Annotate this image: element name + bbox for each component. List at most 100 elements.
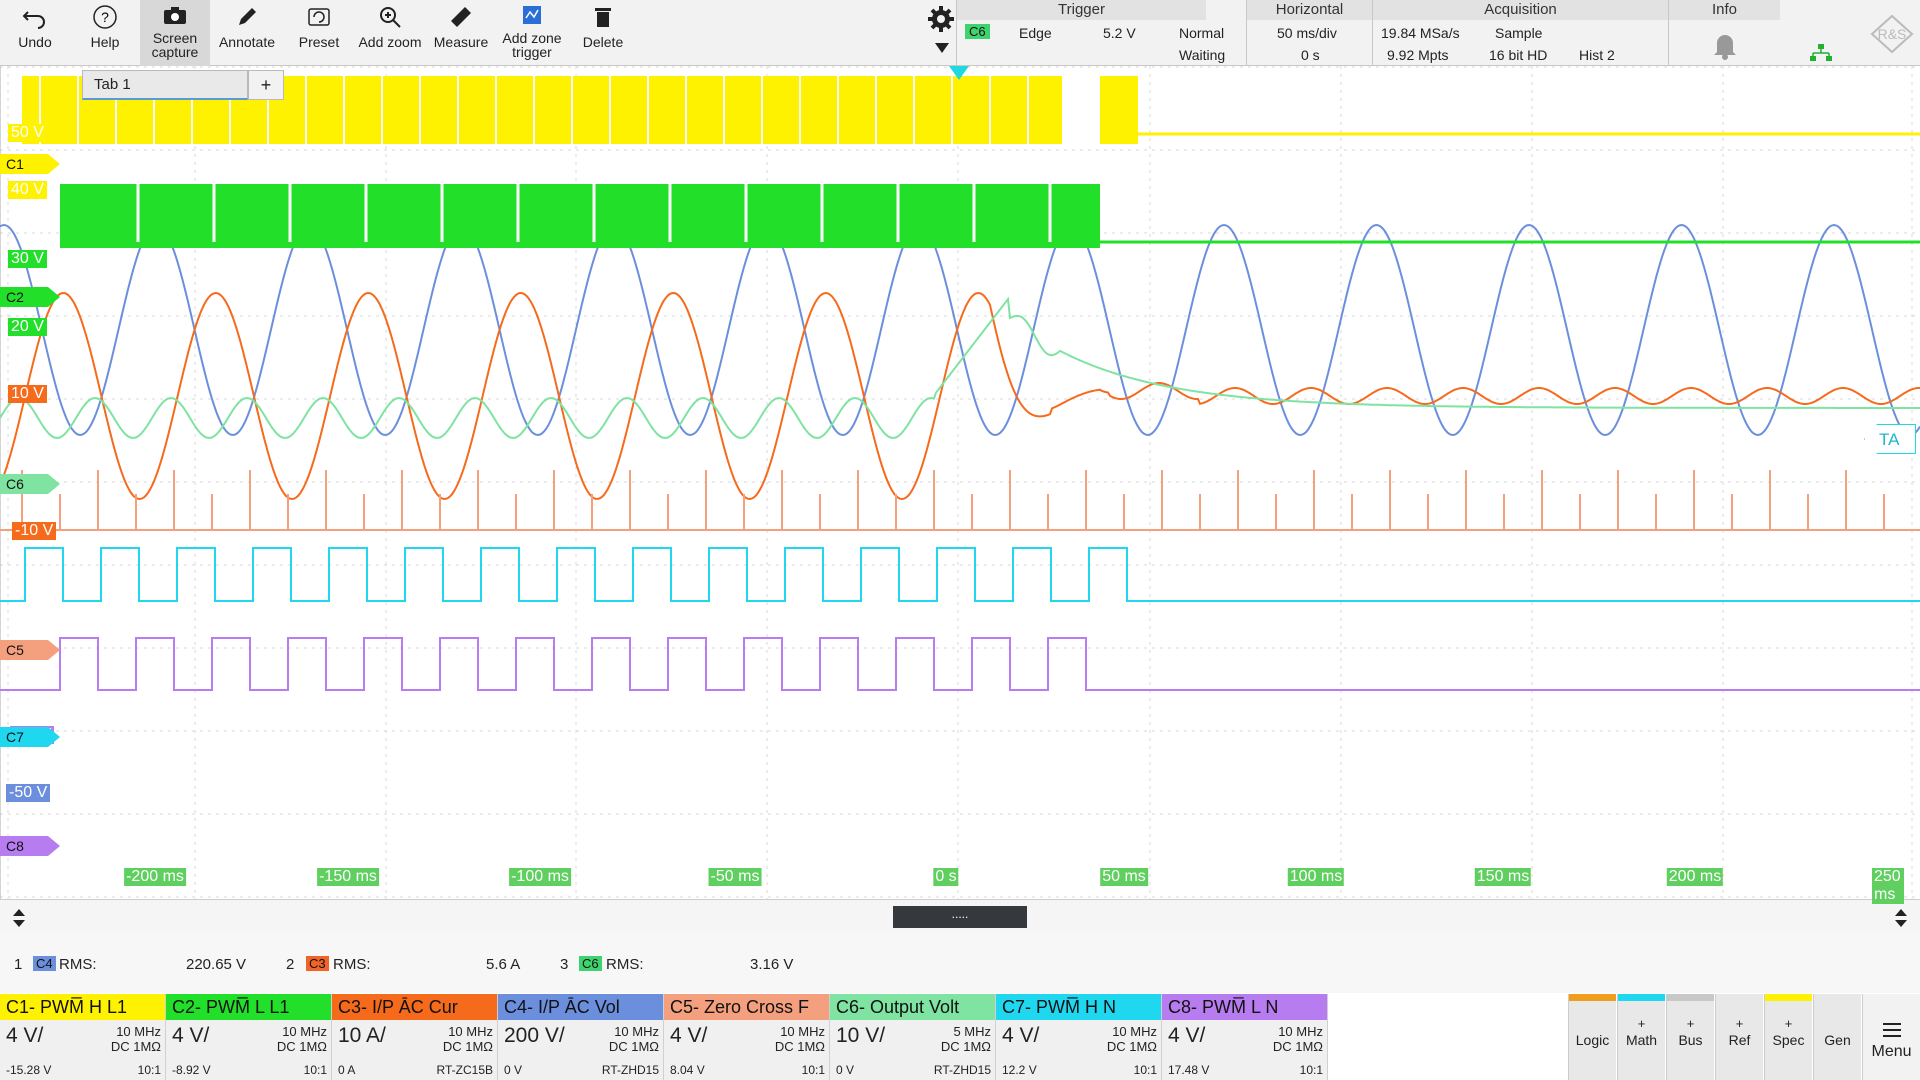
trigger-type: Edge bbox=[1019, 25, 1052, 41]
channel-box-c4[interactable]: C4- I/P ĀC Vol 200 V/10 MHz DC 1MΩ 0 V RT-ZH… bbox=[498, 994, 664, 1080]
annotate-button[interactable]: Annotate bbox=[212, 0, 282, 66]
trigger-panel[interactable]: Trigger C6 Edge 5.2 V Normal Waiting bbox=[956, 0, 1225, 66]
channel-offset: -8.92 V bbox=[172, 1063, 211, 1077]
acquisition-panel[interactable]: Acquisition 19.84 MSa/s 9.92 Mpts Sample… bbox=[1372, 0, 1668, 66]
undo-button[interactable]: Undo bbox=[0, 0, 70, 66]
channel-scale: 200 V/ bbox=[504, 1024, 565, 1047]
channel-scale: 10 A/ bbox=[338, 1024, 386, 1047]
panel-button-bus[interactable]: + Bus bbox=[1666, 994, 1714, 1080]
preset-label: Preset bbox=[298, 34, 340, 50]
channel-coupling: DC 1MΩ bbox=[1106, 1039, 1157, 1054]
waveform-c8 bbox=[0, 637, 1920, 691]
channel-tag-c2[interactable]: C2 bbox=[0, 287, 60, 307]
channel-bandwidth: 10 MHz DC 1MΩ bbox=[111, 1024, 161, 1054]
waveform-plot[interactable] bbox=[0, 66, 1920, 899]
meas-2-source: C3 bbox=[306, 956, 329, 971]
scroll-thumb[interactable]: ..... bbox=[893, 906, 1027, 928]
waveform-c4 bbox=[0, 223, 1920, 437]
channel-box-c5[interactable]: C5- Zero Cross F 4 V/10 MHz DC 1MΩ 8.04 V 10… bbox=[664, 994, 830, 1080]
hist-count: Hist 2 bbox=[1579, 47, 1615, 63]
meas-2-index: 2 bbox=[286, 956, 295, 973]
measure-button[interactable]: Measure bbox=[426, 0, 496, 66]
toolbar: Undo ? Help Screen capture Annotate Pres… bbox=[0, 0, 1920, 66]
button-color-stripe bbox=[1667, 994, 1714, 1001]
camera-icon bbox=[164, 7, 186, 24]
button-color-stripe bbox=[1765, 994, 1812, 1001]
panel-button-ref[interactable]: + Ref bbox=[1715, 994, 1763, 1080]
meas-2-value: 5.6 A bbox=[486, 956, 521, 973]
meas-3-index: 3 bbox=[560, 956, 569, 973]
gear-icon[interactable] bbox=[926, 4, 956, 34]
channel-coupling: DC 1MΩ bbox=[110, 1039, 161, 1054]
bell-icon bbox=[1714, 35, 1736, 60]
channel-tag-c7[interactable]: C7 bbox=[0, 727, 60, 747]
chevron-down-icon[interactable] bbox=[934, 42, 950, 54]
help-button[interactable]: ? Help bbox=[70, 0, 140, 66]
channel-box-c2[interactable]: C2- PWM̅ L L1 4 V/10 MHz DC 1MΩ -8.92 V 10:1 bbox=[166, 994, 332, 1080]
channel-bandwidth: 10 MHz DC 1MΩ bbox=[1107, 1024, 1157, 1054]
button-color-stripe bbox=[1618, 994, 1665, 1001]
voltage-label: 30 V bbox=[8, 250, 47, 268]
panel-button-logic[interactable]: Logic bbox=[1568, 994, 1616, 1080]
waveform-c3 bbox=[0, 291, 1920, 501]
time-label: 100 ms bbox=[1287, 868, 1345, 886]
tab-1[interactable]: Tab 1 bbox=[82, 70, 248, 100]
channel-name: C1- PWM̅ H L1 bbox=[0, 994, 165, 1020]
channel-tag-c1[interactable]: C1 bbox=[0, 154, 60, 174]
channel-bw-value: 10 MHz bbox=[1112, 1024, 1157, 1039]
channel-name: C6- Output Volt bbox=[830, 994, 995, 1020]
undo-label: Undo bbox=[18, 34, 52, 50]
time-label: 200 ms bbox=[1666, 868, 1724, 886]
annotate-label: Annotate bbox=[218, 34, 276, 50]
help-label: Help bbox=[90, 34, 120, 50]
measurement-bar[interactable]: 1 C4 RMS: 220.65 V 2 C3 RMS: 5.6 A 3 C6 … bbox=[0, 933, 1920, 993]
channel-offset: 0 V bbox=[504, 1063, 523, 1077]
svg-text:R&S: R&S bbox=[1878, 26, 1907, 42]
button-color-stripe bbox=[1569, 994, 1616, 1001]
channel-coupling: DC 1MΩ bbox=[442, 1039, 493, 1054]
add-zoom-button[interactable]: Add zoom bbox=[354, 0, 426, 66]
voltage-label: -50 V bbox=[6, 784, 51, 802]
voltage-label: 20 V bbox=[8, 318, 47, 336]
panel-button-gen[interactable]: Gen bbox=[1813, 994, 1861, 1080]
time-label: -150 ms bbox=[317, 868, 379, 886]
channel-box-c7[interactable]: C7- PWM̅ H N 4 V/10 MHz DC 1MΩ 12.2 V 10:1 bbox=[996, 994, 1162, 1080]
add-zone-trigger-button[interactable]: Add zone trigger bbox=[496, 0, 568, 66]
channel-bandwidth: 10 MHz DC 1MΩ bbox=[775, 1024, 825, 1054]
preset-button[interactable]: Preset bbox=[284, 0, 354, 66]
panel-button-math[interactable]: + Math bbox=[1617, 994, 1665, 1080]
expand-vertical-icon[interactable] bbox=[12, 908, 26, 928]
button-label: Spec bbox=[1772, 1032, 1805, 1048]
delete-button[interactable]: Delete bbox=[568, 0, 638, 66]
info-panel[interactable]: Info bbox=[1668, 0, 1780, 66]
channel-scale: 4 V/ bbox=[6, 1024, 44, 1047]
zone-trigger-icon bbox=[523, 6, 541, 24]
time-label: 150 ms bbox=[1474, 868, 1532, 886]
screen-capture-button[interactable]: Screen capture bbox=[140, 0, 210, 66]
channel-name: C8- PWM̅ L N bbox=[1162, 994, 1327, 1020]
channel-bandwidth: 10 MHz DC 1MΩ bbox=[443, 1024, 493, 1054]
channel-box-c1[interactable]: C1- PWM̅ H L1 4 V/10 MHz DC 1MΩ -15.28 V 10:… bbox=[0, 994, 166, 1080]
menu-button[interactable]: Menu bbox=[1862, 994, 1920, 1080]
time-label: 0 s bbox=[933, 868, 959, 886]
horizontal-panel[interactable]: Horizontal 50 ms/div 0 s bbox=[1246, 0, 1372, 66]
expand-vertical-icon[interactable] bbox=[1894, 908, 1908, 928]
channel-tag-c5[interactable]: C5 bbox=[0, 640, 60, 660]
waveform-display[interactable] bbox=[0, 66, 1920, 899]
help-icon: ? bbox=[93, 5, 117, 29]
channel-coupling: DC 1MΩ bbox=[940, 1039, 991, 1054]
delete-label: Delete bbox=[582, 34, 624, 50]
trigger-source: C6 bbox=[965, 24, 990, 39]
channel-tag-c8[interactable]: C8 bbox=[0, 836, 60, 856]
channel-name: C4- I/P ĀC Vol bbox=[498, 994, 663, 1020]
channel-box-c6[interactable]: C6- Output Volt 10 V/5 MHz DC 1MΩ 0 V RT-ZHD… bbox=[830, 994, 996, 1080]
panel-button-spec[interactable]: + Spec bbox=[1764, 994, 1812, 1080]
channel-tag-c6[interactable]: C6 bbox=[0, 474, 60, 494]
add-tab-button[interactable]: + bbox=[248, 70, 284, 100]
button-label: Gen bbox=[1824, 1032, 1851, 1048]
channel-box-c3[interactable]: C3- I/P ĀC Cur 10 A/10 MHz DC 1MΩ 0 A RT-ZC1… bbox=[332, 994, 498, 1080]
channel-scale: 4 V/ bbox=[1168, 1024, 1206, 1047]
channel-box-c8[interactable]: C8- PWM̅ L N 4 V/10 MHz DC 1MΩ 17.48 V 10:1 bbox=[1162, 994, 1328, 1080]
horizontal-scrollbar[interactable]: ..... bbox=[0, 899, 1920, 933]
rs-logo-icon: R&S bbox=[1870, 14, 1914, 54]
